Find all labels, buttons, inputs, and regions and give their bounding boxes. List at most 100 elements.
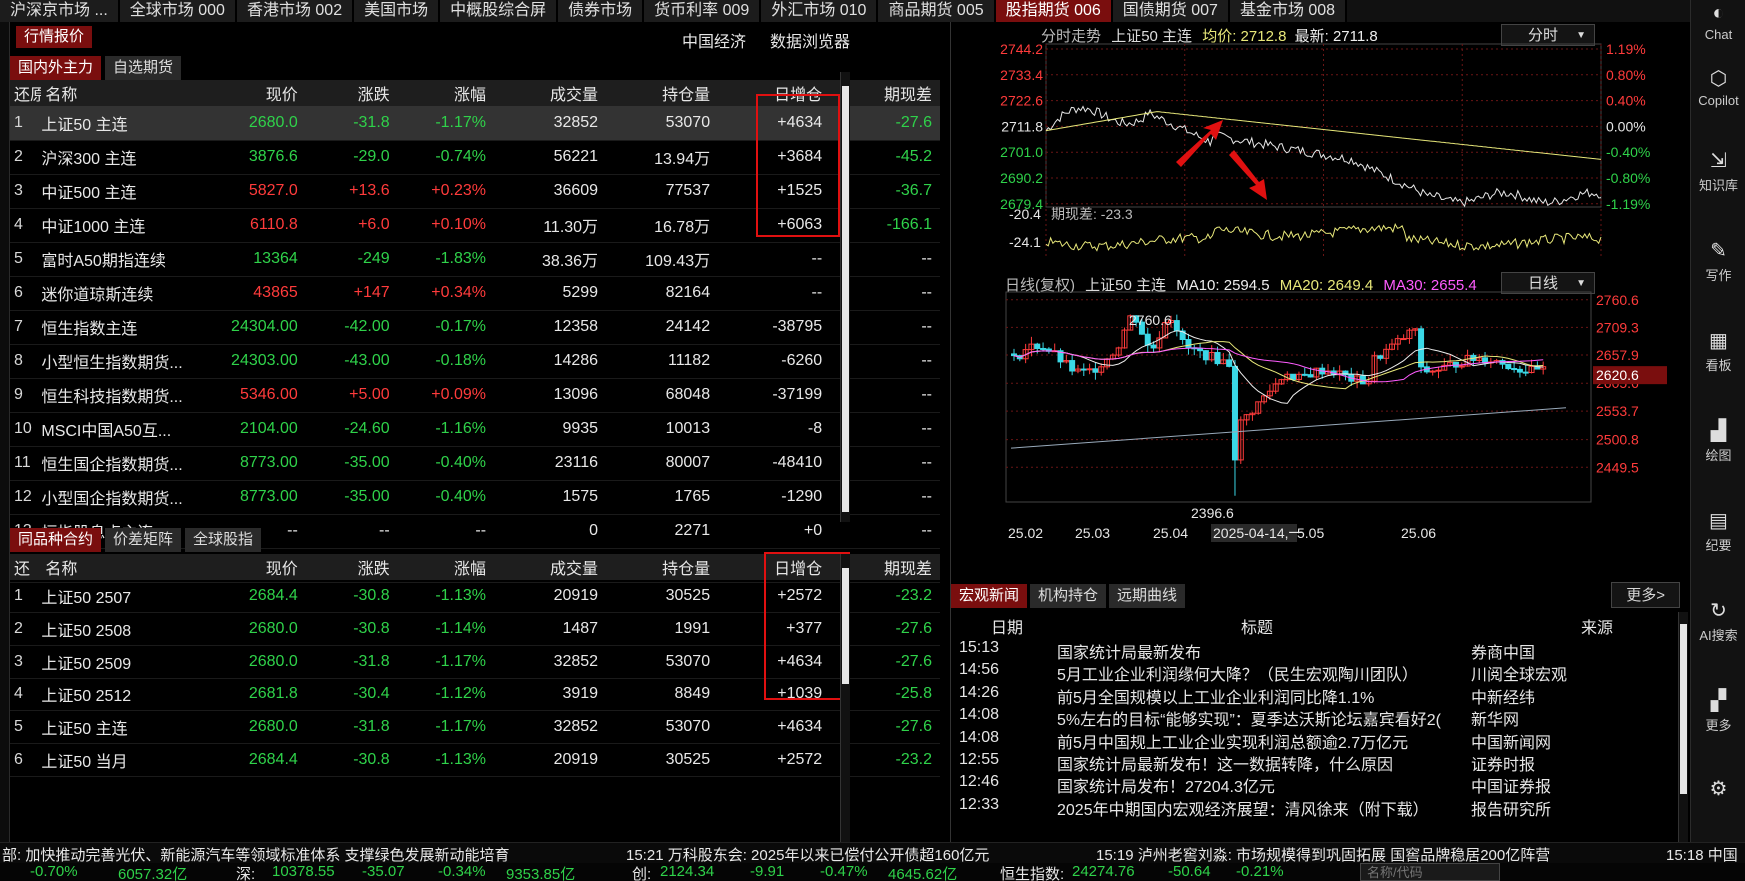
sidebar-item-draw[interactable]: ▟ 绘图 — [1691, 418, 1745, 464]
table-row[interactable]: 7 恒生指数主连 24304.00 -42.00 -0.17% 12358 24142 -38… — [10, 310, 940, 345]
more-news-button[interactable]: 更多> — [1611, 582, 1680, 608]
quote-search-input[interactable] — [1360, 863, 1500, 881]
sidebar-item-library[interactable]: ⇲ 知识库 — [1691, 148, 1745, 194]
table-row[interactable]: 5 富时A50期指连续 13364 -249 -1.83% 38.36万 109.43万 --… — [10, 242, 940, 277]
table-row[interactable]: 6 迷你道琼斯连续 43865 +147 +0.34% 5299 82164 -- -- — [10, 276, 940, 311]
index-value: -35.07 — [362, 863, 405, 880]
pct-tick-label: 1.19% — [1606, 41, 1646, 57]
date-tick-label: 2025-04-14,一 — [1213, 525, 1303, 541]
sidebar-item-settings[interactable]: ⚙ — [1691, 776, 1745, 803]
sidebar-item-board[interactable]: ▦ 看板 — [1691, 328, 1745, 374]
restore-button[interactable]: 还原 — [10, 80, 42, 106]
row-index: 1 — [10, 580, 42, 614]
top-table-scrollbar[interactable] — [840, 72, 850, 522]
tab-forward-curve[interactable]: 远期曲线 — [1109, 584, 1186, 608]
row-price: 24303.00 — [193, 344, 306, 379]
bottom-table-scrollbar[interactable] — [840, 554, 850, 842]
row-change-pct: -0.17% — [397, 310, 495, 345]
news-item[interactable]: 14:26 前5月全国规模以上工业企业利润同比降1.1% 中新经纬 — [951, 682, 1679, 707]
col-change[interactable]: 涨跌 — [305, 554, 398, 580]
table-row[interactable]: 9 恒生科技指数期货... 5346.00 +5.00 +0.09% 13096 68048… — [10, 378, 940, 413]
row-daily-oi-change: +2572 — [718, 743, 831, 777]
col-name[interactable]: 名称 — [41, 80, 194, 106]
ticker-item[interactable]: 15:21 万科股东会: 2025年以来已偿付公开债超160亿元 — [626, 844, 989, 863]
table-row[interactable]: 12 小型国企指数期货... 8773.00 -35.00 -0.40% 1575 1765… — [10, 480, 940, 515]
candle-body — [1069, 360, 1076, 372]
row-change-pct: +0.09% — [397, 378, 495, 413]
sidebar-item-copilot[interactable]: ⬡ Copilot — [1691, 66, 1745, 108]
table-row[interactable]: 11 恒生国企指数期货... 8773.00 -35.00 -0.40% 23116 800… — [10, 446, 940, 481]
china-economy-link[interactable]: 中国经济 — [682, 28, 746, 52]
daily-kline-chart: 2760.62709.32657.92605.62553.72500.82449… — [1005, 291, 1667, 542]
restore-button[interactable]: 还 — [10, 554, 42, 580]
row-volume: 32852 — [494, 645, 607, 679]
news-item[interactable]: 12:55 国家统计局最新发布！这一数据转降，什么原因 证券时报 — [951, 749, 1679, 774]
sidebar-item-more[interactable]: ▞ 更多 — [1691, 688, 1745, 734]
market-tab[interactable]: 全球市场 000 — [119, 0, 237, 22]
tab-global-indices[interactable]: 全球股指 — [185, 528, 262, 552]
table-row[interactable]: 6 上证50 当月 2684.4 -30.8 -1.13% 20919 30525 +2572… — [10, 743, 940, 777]
market-tab[interactable]: 国债期货 007 — [1112, 0, 1230, 22]
long-ma-line — [1010, 407, 1567, 449]
table-row[interactable]: 10 MSCI中国A50互... 2104.00 -24.60 -1.16% 9935 10… — [10, 412, 940, 447]
row-volume: 20919 — [494, 580, 607, 614]
ticker-item[interactable]: 部: 加快推动完善光伏、新能源汽车等领域标准体系 支撑绿色发展新动能培育 — [2, 844, 510, 863]
market-tab[interactable]: 股指期货 006 — [995, 0, 1113, 22]
col-name[interactable]: 名称 — [41, 554, 194, 580]
sidebar-item-ai-search[interactable]: ↻ AI搜索 — [1691, 598, 1745, 644]
tab-macro-news[interactable]: 宏观新闻 — [951, 584, 1028, 608]
index-value: -0.70% — [30, 863, 78, 880]
col-change[interactable]: 涨跌 — [305, 80, 398, 106]
col-open-interest[interactable]: 持仓量 — [606, 554, 719, 580]
sidebar-item-write[interactable]: ✎ 写作 — [1691, 238, 1745, 284]
ticker-item[interactable]: 15:18 中国 — [1666, 844, 1738, 863]
sidebar-item-summary[interactable]: ▤ 纪要 — [1691, 508, 1745, 554]
news-item[interactable]: 15:13 国家统计局最新发布 券商中国 — [951, 637, 1679, 662]
news-col-title: 标题 — [1241, 620, 1274, 637]
sidebar-item-chat[interactable]: ◐ Chat — [1691, 2, 1745, 42]
tab-same-product[interactable]: 同品种合约 — [10, 528, 102, 552]
news-item[interactable]: 14:08 5%左右的目标“能够实现”：夏季达沃斯论坛嘉宾看好2(新华网 — [951, 704, 1679, 729]
row-index: 6 — [10, 276, 42, 311]
news-item[interactable]: 12:33 2025年中期国内宏观经济展望：清风徐来（附下载） 报告研究所 — [951, 794, 1679, 819]
market-tab[interactable]: 沪深京市场 ... — [0, 0, 120, 22]
tab-institution-holdings[interactable]: 机构持仓 — [1030, 584, 1107, 608]
tab-spread-matrix[interactable]: 价差矩阵 — [105, 528, 182, 552]
col-price[interactable]: 现价 — [193, 554, 306, 580]
row-change: -30.8 — [305, 743, 398, 777]
data-browser-link[interactable]: 数据浏览器 — [770, 28, 850, 52]
ticker-item[interactable]: 15:19 泸州老窖刘淼: 市场规模得到巩固拓展 国窖品牌稳居200亿阵营 — [1096, 844, 1550, 863]
index-value: 创: — [632, 866, 652, 881]
news-item[interactable]: 14:56 5月工业企业利润缘何大降？（民生宏观陶川团队） 川阅全球宏观 — [951, 659, 1679, 684]
quote-button[interactable]: 行情报价 — [16, 26, 93, 48]
market-tab[interactable]: 香港市场 002 — [236, 0, 355, 22]
row-change-pct: -1.12% — [397, 678, 495, 712]
tab-watchlist-futures[interactable]: 自选期货 — [105, 56, 182, 80]
market-tab[interactable]: 货币利率 009 — [644, 0, 762, 22]
market-tab[interactable]: 基金市场 008 — [1229, 0, 1348, 22]
row-change: -249 — [305, 242, 398, 277]
news-item[interactable]: 14:08 前5月中国规上工业企业实现利润总额逾2.7万亿元 中国新闻网 — [951, 727, 1679, 752]
col-volume[interactable]: 成交量 — [494, 80, 607, 106]
row-change: -30.8 — [305, 612, 398, 646]
col-change-pct[interactable]: 涨幅 — [397, 80, 495, 106]
daily-price-tick: 2709.3 — [1596, 319, 1639, 335]
col-volume[interactable]: 成交量 — [494, 554, 607, 580]
table-row[interactable]: 5 上证50 主连 2680.0 -31.8 -1.17% 32852 53070 +4634… — [10, 710, 940, 744]
row-volume: 20919 — [494, 743, 607, 777]
table-row[interactable]: 8 小型恒生指数期货... 24303.00 -43.00 -0.18% 14286 111… — [10, 344, 940, 379]
market-tab[interactable]: 美国市场 — [354, 0, 441, 22]
market-tab[interactable]: 商品期货 005 — [878, 0, 996, 22]
market-tab[interactable]: 债券市场 — [558, 0, 645, 22]
news-item[interactable]: 12:46 国家统计局发布！27204.3亿元 中国证券报 — [951, 771, 1679, 796]
candle-body — [1418, 328, 1425, 368]
col-price[interactable]: 现价 — [193, 80, 306, 106]
row-volume: 32852 — [494, 710, 607, 744]
col-open-interest[interactable]: 持仓量 — [606, 80, 719, 106]
market-tab[interactable]: 外汇市场 010 — [761, 0, 879, 22]
top-subtabs: 国内外主力 自选期货 — [10, 56, 182, 80]
col-change-pct[interactable]: 涨幅 — [397, 554, 495, 580]
news-scrollbar[interactable] — [1678, 612, 1688, 842]
market-tab[interactable]: 中概股综合屏 — [440, 0, 559, 22]
tab-main-contracts[interactable]: 国内外主力 — [10, 56, 102, 80]
